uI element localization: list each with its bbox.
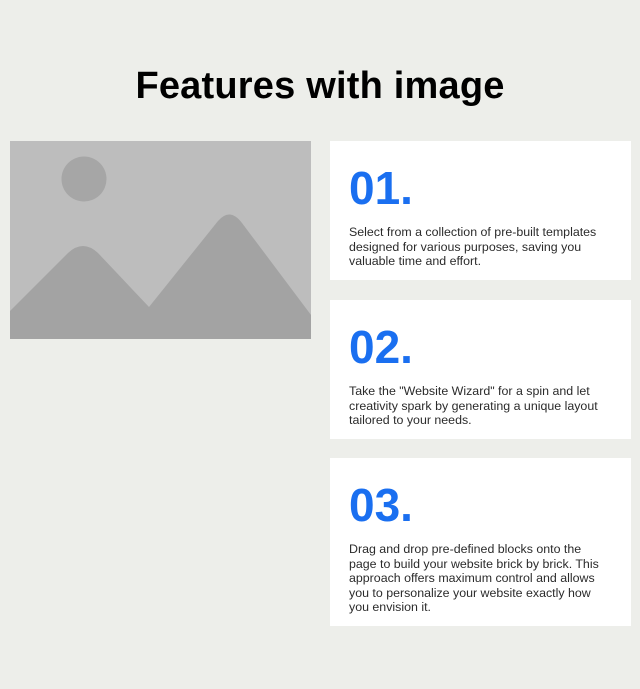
features-section: Features with image 01. Select from a co… [0,0,640,689]
feature-number: 02. [349,321,413,373]
feature-description: Drag and drop pre-defined blocks onto th… [349,542,599,614]
feature-card: 01. Select from a collection of pre-buil… [330,141,631,280]
image-placeholder-icon [10,141,311,339]
feature-card: 02. Take the "Website Wizard" for a spin… [330,300,631,439]
feature-description: Take the "Website Wizard" for a spin and… [349,384,598,427]
feature-number: 01. [349,162,413,214]
feature-number: 03. [349,479,413,531]
section-title: Features with image [135,65,505,107]
feature-description: Select from a collection of pre-built te… [349,225,597,268]
feature-card: 03. Drag and drop pre-defined blocks ont… [330,458,631,626]
feature-image [10,141,311,339]
sun-shape [61,156,107,202]
